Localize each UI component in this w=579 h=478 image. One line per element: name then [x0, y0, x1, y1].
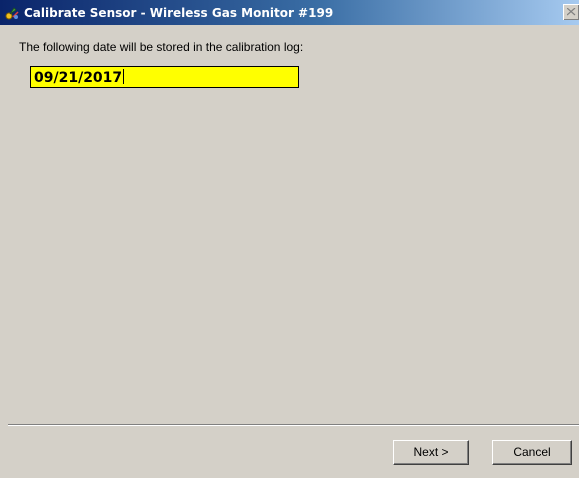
calibrate-sensor-dialog: Calibrate Sensor - Wireless Gas Monitor …: [0, 0, 579, 478]
cancel-button[interactable]: Cancel: [492, 440, 572, 465]
button-area-divider: [8, 424, 579, 426]
calibration-date-value: 09/21/2017: [34, 70, 123, 86]
window-title: Calibrate Sensor - Wireless Gas Monitor …: [24, 6, 334, 20]
sensor-app-icon: [4, 5, 20, 21]
close-button[interactable]: [563, 4, 579, 20]
next-button[interactable]: Next >: [393, 440, 469, 465]
text-caret: [123, 69, 125, 84]
calibration-date-prompt: The following date will be stored in the…: [19, 40, 304, 54]
calibration-date-input[interactable]: 09/21/2017: [30, 66, 299, 88]
title-bar[interactable]: Calibrate Sensor - Wireless Gas Monitor …: [0, 0, 579, 25]
